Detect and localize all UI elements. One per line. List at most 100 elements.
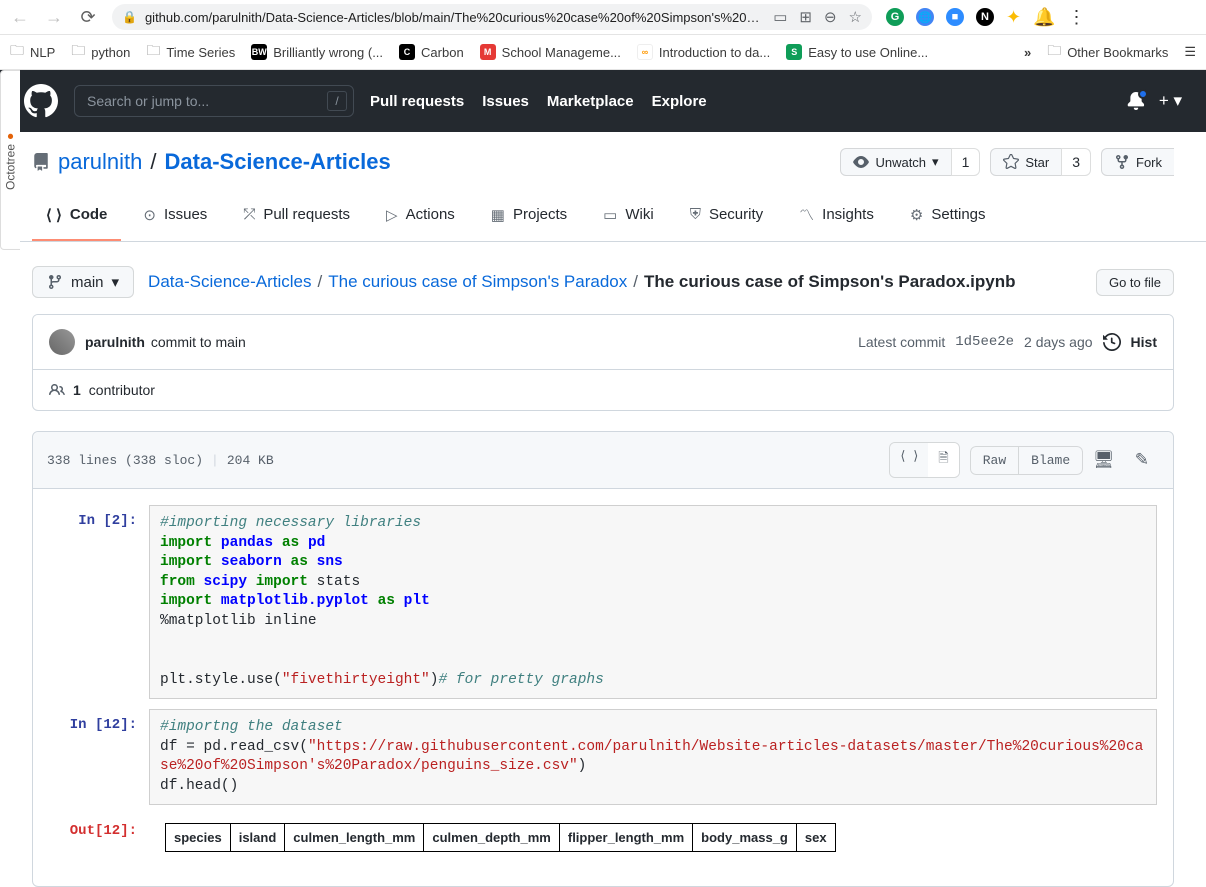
nav-explore[interactable]: Explore	[652, 93, 707, 110]
branch-icon	[47, 274, 63, 290]
zoom-icon[interactable]: ⊖	[824, 8, 837, 26]
history-icon[interactable]	[1103, 333, 1121, 351]
history-label[interactable]: Hist	[1131, 334, 1157, 350]
other-bookmarks[interactable]: 🗀Other Bookmarks	[1047, 40, 1168, 64]
bookmark-timeseries[interactable]: 🗀Time Series	[146, 40, 235, 64]
tab-issues[interactable]: ⊙Issues	[129, 196, 221, 241]
repo-tabs: ⟨ ⟩Code ⊙Issues ⤱Pull requests ▷Actions …	[0, 196, 1206, 242]
notion-icon[interactable]: N	[976, 8, 994, 26]
cell-input: #importng the dataset df = pd.read_csv("…	[149, 709, 1157, 805]
bookmark-python[interactable]: 🗀python	[71, 40, 130, 64]
avatar[interactable]	[49, 329, 75, 355]
tab-actions[interactable]: ▷Actions	[372, 196, 469, 241]
bookmark-carbon[interactable]: CCarbon	[399, 44, 464, 60]
search-placeholder: Search or jump to...	[87, 93, 209, 109]
back-button[interactable]: ←	[10, 7, 30, 28]
dataframe-table: species island culmen_length_mm culmen_d…	[149, 823, 836, 852]
caret-down-icon: ▾	[112, 273, 120, 291]
branch-selector[interactable]: main ▾	[32, 266, 134, 298]
reading-list-icon[interactable]: ☰	[1184, 44, 1196, 60]
commit-author[interactable]: parulnith	[85, 334, 145, 350]
blame-button[interactable]: Blame	[1019, 446, 1083, 475]
folder-icon: 🗀	[71, 40, 85, 64]
cell-input: #importing necessary libraries import pa…	[149, 505, 1157, 699]
school-icon: M	[480, 44, 496, 60]
fork-button[interactable]: Fork	[1101, 148, 1174, 176]
tab-projects[interactable]: ▦Projects	[477, 196, 581, 241]
bookmark-easy[interactable]: SEasy to use Online...	[786, 44, 928, 60]
file-header: 338 lines (338 sloc) | 204 KB ⟨ ⟩ 🗎 Raw …	[33, 432, 1173, 489]
url-bar[interactable]: 🔒 github.com/parulnith/Data-Science-Arti…	[112, 4, 872, 30]
bookmark-star-icon[interactable]: ☆	[849, 8, 862, 26]
bookmarks-overflow[interactable]: »	[1024, 45, 1031, 60]
repo-name-link[interactable]: Data-Science-Articles	[165, 149, 391, 175]
bell-icon[interactable]: 🔔	[1033, 7, 1055, 28]
contributor-label: contributor	[89, 382, 155, 398]
bookmark-school[interactable]: MSchool Manageme...	[480, 44, 621, 60]
repo-owner-link[interactable]: parulnith	[58, 149, 142, 175]
reader-icon[interactable]: ▭	[773, 8, 787, 26]
nav-pull-requests[interactable]: Pull requests	[370, 93, 464, 110]
star-button[interactable]: Star	[990, 148, 1061, 176]
pr-icon: ⤱	[243, 206, 255, 223]
eye-icon	[853, 154, 869, 170]
rendered-view-button[interactable]: 🗎	[928, 443, 958, 477]
notebook-output: Out[12]: species island culmen_length_mm…	[49, 815, 1157, 860]
project-icon: ▦	[491, 206, 505, 224]
grammarly-icon[interactable]: G	[886, 8, 904, 26]
bookmark-intro[interactable]: ∞Introduction to da...	[637, 44, 770, 60]
tab-pr[interactable]: ⤱Pull requests	[229, 196, 364, 241]
notifications-icon[interactable]	[1127, 92, 1145, 110]
forward-button[interactable]: →	[44, 7, 64, 28]
unwatch-button[interactable]: Unwatch ▾	[840, 148, 950, 176]
commit-message[interactable]: commit to main	[151, 334, 246, 350]
tab-wiki[interactable]: ▭Wiki	[589, 196, 668, 241]
desktop-open-icon[interactable]: 🖥	[1083, 444, 1125, 477]
star-count[interactable]: 3	[1061, 148, 1091, 176]
qr-icon[interactable]: ⊞	[799, 8, 812, 26]
cell-prompt: In [2]:	[49, 505, 149, 699]
commit-time[interactable]: 2 days ago	[1024, 334, 1093, 350]
github-logo-icon[interactable]	[24, 84, 58, 118]
translate-icon[interactable]: 🌐	[916, 8, 934, 26]
zoom-ext-icon[interactable]: ■	[946, 8, 964, 26]
bookmark-nlp[interactable]: 🗀NLP	[10, 40, 55, 64]
tab-security[interactable]: ⛨Security	[676, 196, 777, 241]
folder-icon: 🗀	[1047, 40, 1061, 64]
cell-prompt: In [12]:	[49, 709, 149, 805]
table-header: body_mass_g	[693, 824, 797, 852]
github-search[interactable]: Search or jump to... /	[74, 85, 354, 117]
commit-sha[interactable]: 1d5ee2e	[955, 334, 1014, 350]
reload-button[interactable]: ⟳	[78, 7, 98, 28]
table-header: flipper_length_mm	[559, 824, 692, 852]
edit-icon[interactable]: ✎	[1125, 444, 1159, 477]
tab-settings[interactable]: ⚙Settings	[896, 196, 1000, 241]
notebook-cell: In [2]: #importing necessary libraries i…	[49, 505, 1157, 699]
output-prompt: Out[12]:	[49, 815, 149, 860]
breadcrumb-root[interactable]: Data-Science-Articles	[148, 272, 311, 292]
watch-count[interactable]: 1	[951, 148, 981, 176]
tab-code[interactable]: ⟨ ⟩Code	[32, 196, 121, 241]
create-new-dropdown[interactable]: + ▾	[1159, 91, 1182, 111]
code-icon: ⟨ ⟩	[46, 206, 62, 224]
book-icon: ▭	[603, 206, 617, 224]
raw-button[interactable]: Raw	[970, 446, 1019, 475]
commit-box: parulnith commit to main Latest commit 1…	[32, 314, 1174, 411]
bookmark-brilliantly[interactable]: BWBrilliantly wrong (...	[251, 44, 383, 60]
nav-marketplace[interactable]: Marketplace	[547, 93, 634, 110]
menu-icon[interactable]: ⋮	[1068, 7, 1086, 28]
source-view-button[interactable]: ⟨ ⟩	[890, 443, 928, 477]
repo-header: parulnith / Data-Science-Articles Unwatc…	[32, 148, 1174, 176]
nav-issues[interactable]: Issues	[482, 93, 529, 110]
fork-icon	[1114, 154, 1130, 170]
notebook-cell: In [12]: #importng the dataset df = pd.r…	[49, 709, 1157, 805]
bookmarks-bar: 🗀NLP 🗀python 🗀Time Series BWBrilliantly …	[0, 35, 1206, 70]
star-ext-icon[interactable]: ✦	[1006, 7, 1021, 28]
breadcrumb-folder[interactable]: The curious case of Simpson's Paradox	[328, 272, 627, 292]
carbon-icon: C	[399, 44, 415, 60]
browser-toolbar: ← → ⟳ 🔒 github.com/parulnith/Data-Scienc…	[0, 0, 1206, 35]
tab-insights[interactable]: 〽Insights	[785, 196, 888, 241]
go-to-file-button[interactable]: Go to file	[1096, 269, 1174, 296]
table-header: species	[166, 824, 231, 852]
octotree-sidebar[interactable]: Octotree ●	[0, 70, 20, 250]
